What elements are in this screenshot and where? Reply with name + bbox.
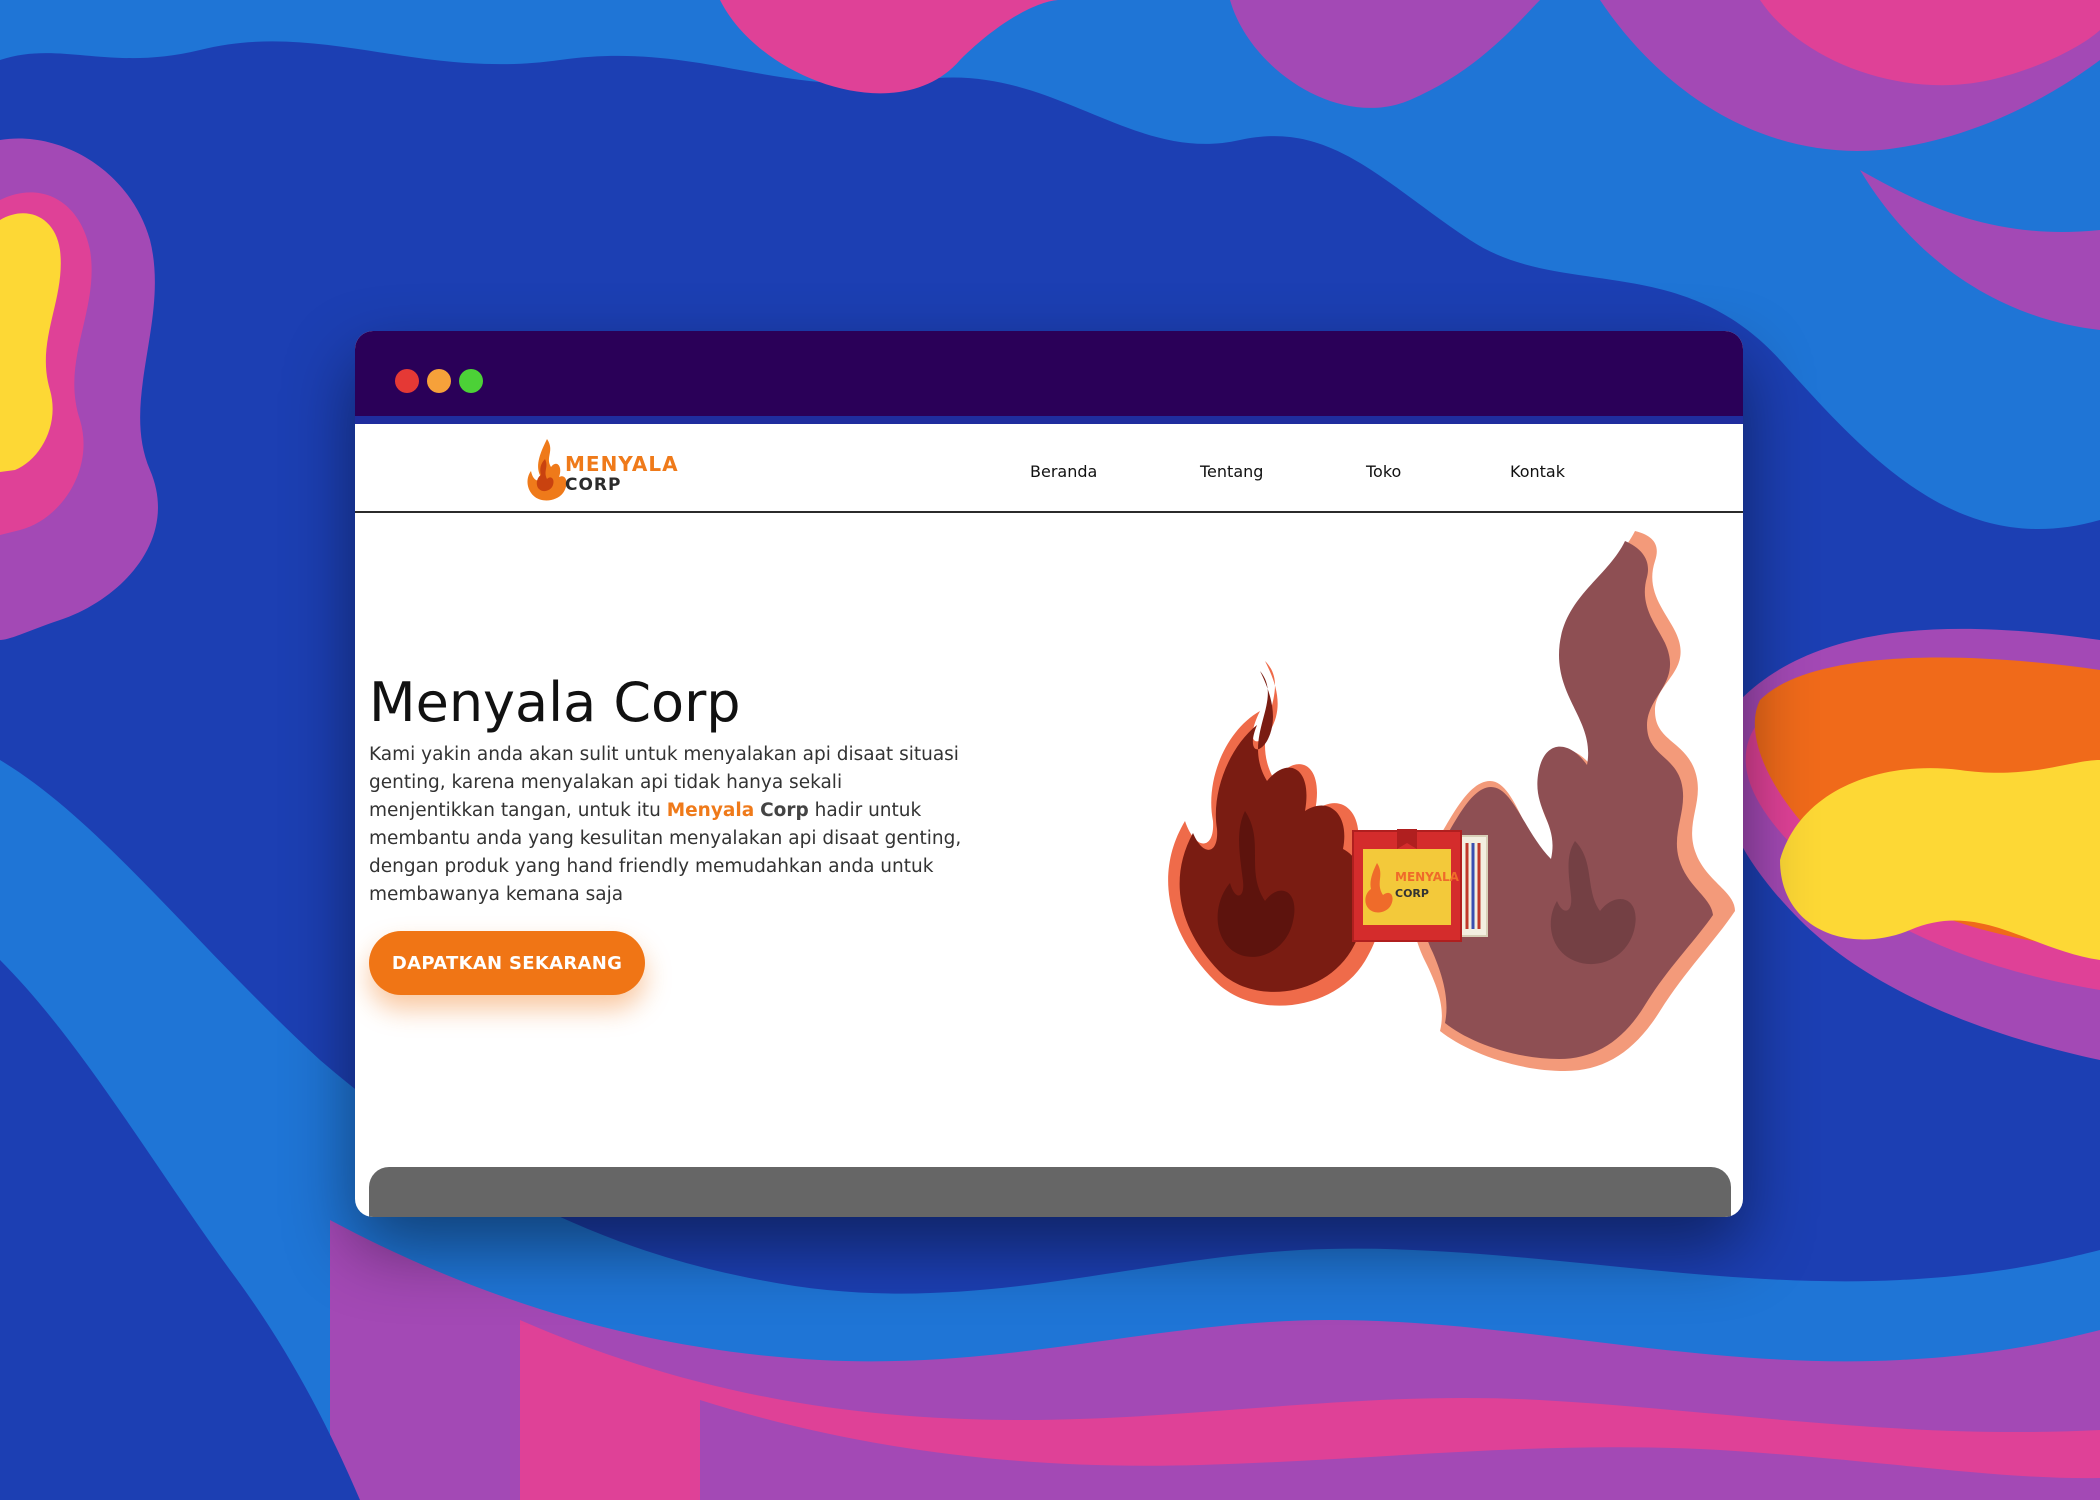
small-flame-icon: [1168, 661, 1384, 1006]
browser-titlebar: [355, 331, 1743, 424]
large-flame-icon: [1411, 531, 1735, 1071]
close-dot[interactable]: [395, 369, 419, 393]
nav-link-toko[interactable]: Toko: [1366, 462, 1401, 481]
matchbox-icon: MENYALA CORP: [1352, 829, 1488, 942]
nav-link-tentang[interactable]: Tentang: [1200, 462, 1263, 481]
browser-window: MENYALA CORP Beranda Tentang Toko Kontak…: [355, 331, 1743, 1217]
matchbox-line-2: CORP: [1395, 887, 1429, 900]
logo-line-2: CORP: [565, 475, 622, 495]
site-logo[interactable]: MENYALA CORP: [525, 435, 678, 507]
hero-title: Menyala Corp: [369, 671, 741, 734]
matchbox-line-1: MENYALA: [1395, 870, 1460, 884]
hero-illustration: MENYALA CORP: [1168, 531, 1735, 1071]
logo-line-1: MENYALA: [565, 452, 679, 476]
get-now-button[interactable]: DAPATKAN SEKARANG: [369, 931, 645, 995]
bottom-panel: [369, 1167, 1731, 1217]
hero-description: Kami yakin anda akan sulit untuk menyala…: [369, 741, 969, 909]
brand-highlight-dark: Corp: [760, 800, 809, 821]
maximize-dot[interactable]: [459, 369, 483, 393]
brand-highlight-orange: Menyala: [666, 800, 755, 821]
nav-link-kontak[interactable]: Kontak: [1510, 462, 1565, 481]
site-navbar: MENYALA CORP Beranda Tentang Toko Kontak: [355, 432, 1743, 513]
minimize-dot[interactable]: [427, 369, 451, 393]
nav-link-beranda[interactable]: Beranda: [1030, 462, 1097, 481]
